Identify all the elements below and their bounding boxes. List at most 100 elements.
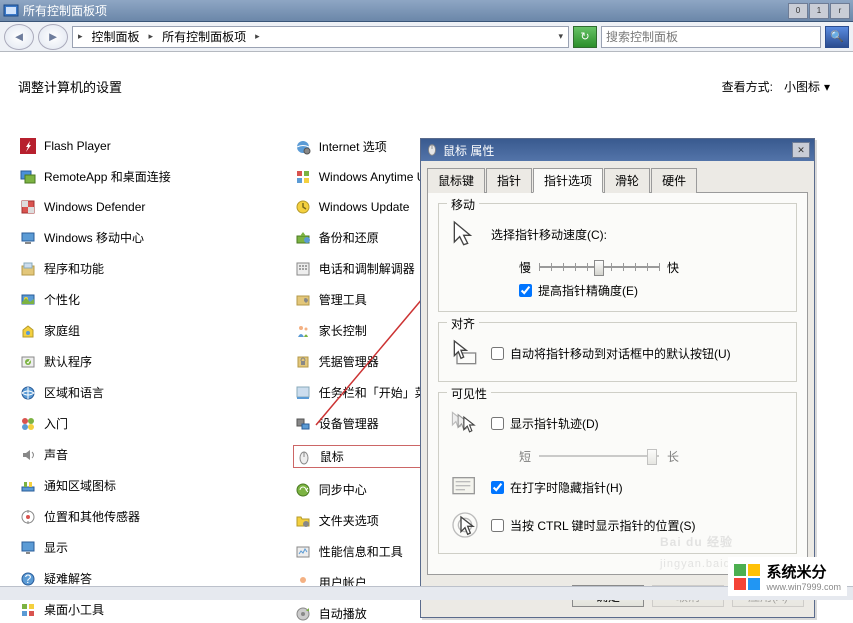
personal-icon xyxy=(20,292,36,308)
chevron-down-icon: ▾ xyxy=(824,80,830,94)
dropdown-icon[interactable]: ▾ xyxy=(555,31,566,42)
cp-item-personal[interactable]: 个性化 xyxy=(18,290,173,309)
cp-item-homegroup[interactable]: 家庭组 xyxy=(18,321,173,340)
svg-text:?: ? xyxy=(25,572,32,586)
long-label: 长 xyxy=(667,448,679,465)
mouse-icon xyxy=(296,449,312,465)
cp-item-label: RemoteApp 和桌面连接 xyxy=(44,168,171,185)
cp-item-label: 备份和还原 xyxy=(319,229,379,246)
cp-item-label: 管理工具 xyxy=(319,291,367,308)
cp-item-sensors[interactable]: 位置和其他传感器 xyxy=(18,507,173,526)
pointer-speed-slider[interactable] xyxy=(539,258,659,276)
cp-item-defender[interactable]: Windows Defender xyxy=(18,198,173,216)
app-icon xyxy=(3,3,19,19)
cp-item-sound[interactable]: 声音 xyxy=(18,445,173,464)
dialog-tabs: 鼠标键指针指针选项滑轮硬件 xyxy=(421,161,814,192)
cp-item-label: Windows Defender xyxy=(44,200,145,214)
cp-item-region[interactable]: 区域和语言 xyxy=(18,383,173,402)
cp-item-label: Internet 选项 xyxy=(319,138,387,155)
breadcrumb[interactable]: ▸ 控制面板 ▸ 所有控制面板项 ▸ ▾ xyxy=(72,26,569,48)
mobility-icon xyxy=(20,230,36,246)
cp-item-label: 文件夹选项 xyxy=(319,512,379,529)
trails-icon xyxy=(449,407,481,439)
hide-pointer-checkbox[interactable]: 在打字时隐藏指针(H) xyxy=(491,479,623,496)
status-bar xyxy=(0,586,853,600)
logo-icon xyxy=(734,564,760,590)
brand-watermark: 系统米分 www.win7999.com xyxy=(728,557,847,596)
tab-3[interactable]: 滑轮 xyxy=(604,168,650,193)
sound-icon xyxy=(20,447,36,463)
credmgr-icon xyxy=(295,354,311,370)
cp-item-gadgets[interactable]: 桌面小工具 xyxy=(18,600,173,619)
view-mode-label: 查看方式: xyxy=(722,78,773,95)
mouse-properties-dialog: 鼠标 属性 ✕ 鼠标键指针指针选项滑轮硬件 移动 选择指针移动速度(C): 慢 … xyxy=(420,138,815,618)
notifyicons-icon xyxy=(20,478,36,494)
cp-item-label: 声音 xyxy=(44,446,68,463)
cp-item-label: 性能信息和工具 xyxy=(319,543,403,560)
crumb-segment[interactable]: 所有控制面板项 xyxy=(156,27,252,47)
cp-item-label: 疑难解答 xyxy=(44,570,92,587)
back-button[interactable]: ◄ xyxy=(4,24,34,50)
trail-length-slider xyxy=(539,447,659,465)
gadgets-icon xyxy=(20,602,36,618)
watermark: Bai du 经验 jingyan.baid xyxy=(660,530,733,572)
cp-item-label: 桌面小工具 xyxy=(44,601,104,618)
nav-bar: ◄ ► ▸ 控制面板 ▸ 所有控制面板项 ▸ ▾ ↻ 搜索控制面板 🔍 xyxy=(0,22,853,52)
minimize-button[interactable]: 0 xyxy=(788,3,808,19)
inetopt-icon xyxy=(295,139,311,155)
search-button[interactable]: 🔍 xyxy=(825,26,849,48)
folderopt-icon xyxy=(295,513,311,529)
defaults-icon xyxy=(20,354,36,370)
tab-4[interactable]: 硬件 xyxy=(651,168,697,193)
cp-item-label: 自动播放 xyxy=(319,605,367,622)
programs-icon xyxy=(20,261,36,277)
cp-item-getstarted[interactable]: 入门 xyxy=(18,414,173,433)
dialog-title-bar[interactable]: 鼠标 属性 ✕ xyxy=(421,139,814,161)
snap-icon xyxy=(449,337,481,369)
sync-icon xyxy=(295,482,311,498)
maximize-button[interactable]: 1 xyxy=(809,3,829,19)
search-input[interactable]: 搜索控制面板 xyxy=(601,26,821,48)
precision-checkbox[interactable]: 提高指针精确度(E) xyxy=(519,282,786,299)
admintools-icon xyxy=(295,292,311,308)
short-label: 短 xyxy=(519,448,531,465)
cp-item-remoteapp[interactable]: RemoteApp 和桌面连接 xyxy=(18,167,173,186)
cp-item-mobility[interactable]: Windows 移动中心 xyxy=(18,228,173,247)
slow-label: 慢 xyxy=(519,259,531,276)
chevron-icon: ▸ xyxy=(146,31,157,42)
cp-item-label: 个性化 xyxy=(44,291,80,308)
cp-item-defaults[interactable]: 默认程序 xyxy=(18,352,173,371)
cp-item-label: 位置和其他传感器 xyxy=(44,508,140,525)
dialog-title: 鼠标 属性 xyxy=(443,142,792,159)
speed-label: 选择指针移动速度(C): xyxy=(491,226,607,243)
cp-item-label: Flash Player xyxy=(44,139,111,153)
cp-item-notifyicons[interactable]: 通知区域图标 xyxy=(18,476,173,495)
tab-0[interactable]: 鼠标键 xyxy=(427,168,485,193)
fast-label: 快 xyxy=(667,259,679,276)
pointer-icon xyxy=(449,218,481,250)
forward-button[interactable]: ► xyxy=(38,24,68,50)
view-mode-selector[interactable]: 小图标 ▾ xyxy=(779,76,835,97)
getstarted-icon xyxy=(20,416,36,432)
dialog-close-button[interactable]: ✕ xyxy=(792,142,810,158)
tab-1[interactable]: 指针 xyxy=(486,168,532,193)
cp-item-label: Windows Update xyxy=(319,200,410,214)
autoplay-icon xyxy=(295,606,311,622)
snap-checkbox[interactable]: 自动将指针移动到对话框中的默认按钮(U) xyxy=(491,345,731,362)
cp-item-label: 凭据管理器 xyxy=(319,353,379,370)
cp-item-programs[interactable]: 程序和功能 xyxy=(18,259,173,278)
close-button[interactable]: r xyxy=(830,3,850,19)
cp-item-flash[interactable]: Flash Player xyxy=(18,137,173,155)
title-bar: 所有控制面板项 0 1 r xyxy=(0,0,853,22)
parental-icon xyxy=(295,323,311,339)
tab-2[interactable]: 指针选项 xyxy=(533,168,603,193)
refresh-button[interactable]: ↻ xyxy=(573,26,597,48)
cp-item-display[interactable]: 显示 xyxy=(18,538,173,557)
group-motion: 移动 选择指针移动速度(C): 慢 快 提高指针精确度(E) xyxy=(438,203,797,312)
chevron-icon: ▸ xyxy=(252,31,263,42)
crumb-segment[interactable]: 控制面板 xyxy=(86,27,146,47)
cp-item-label: 设备管理器 xyxy=(319,415,379,432)
trails-checkbox[interactable]: 显示指针轨迹(D) xyxy=(491,415,599,432)
group-snap: 对齐 自动将指针移动到对话框中的默认按钮(U) xyxy=(438,322,797,382)
sensors-icon xyxy=(20,509,36,525)
